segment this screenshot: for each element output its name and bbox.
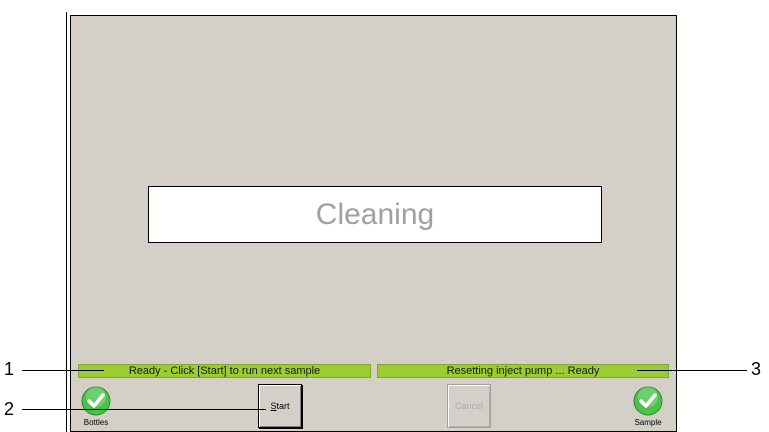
- check-icon: [81, 386, 111, 416]
- start-button[interactable]: Start: [258, 384, 302, 428]
- check-icon: [633, 386, 663, 416]
- status-bar-left-text: Ready - Click [Start] to run next sample: [128, 365, 321, 377]
- run-status-text: Cleaning: [315, 197, 435, 231]
- callout-1: 1: [4, 359, 15, 379]
- sample-indicator[interactable]: Sample: [628, 386, 668, 432]
- cancel-button[interactable]: Cancel: [447, 384, 491, 428]
- bottles-label: Bottles: [83, 418, 109, 427]
- left-frame-rule: [66, 12, 67, 432]
- callout-3: 3: [751, 359, 762, 379]
- status-bar-left: Ready - Click [Start] to run next sample: [78, 364, 371, 378]
- status-bar-right-text: Resetting inject pump ... Ready: [446, 365, 600, 377]
- run-status-display: Cleaning: [148, 186, 602, 243]
- callout-2-leader: [22, 409, 266, 410]
- callout-2: 2: [4, 399, 15, 419]
- start-button-label: Start: [270, 401, 290, 411]
- callout-3-leader: [637, 370, 747, 371]
- status-bar-right: Resetting inject pump ... Ready: [377, 364, 669, 378]
- sample-label: Sample: [634, 418, 662, 427]
- callout-1-leader: [22, 370, 104, 371]
- cancel-button-label: Cancel: [454, 401, 483, 411]
